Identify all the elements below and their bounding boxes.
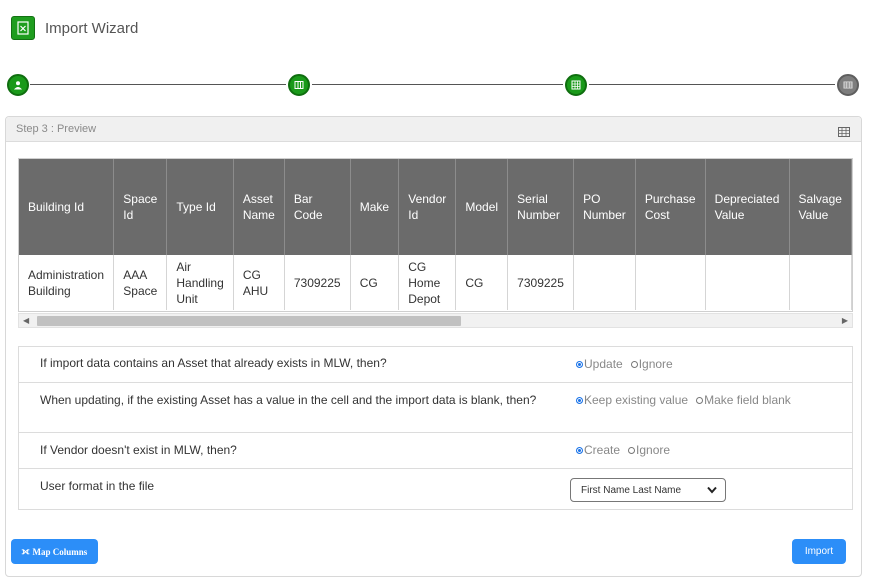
step-connector (589, 84, 835, 85)
radio-create[interactable]: Create (576, 443, 620, 457)
step-4-table-icon[interactable] (837, 74, 859, 96)
step-2-map-icon[interactable] (288, 74, 310, 96)
col-header-type-id[interactable]: Type Id (166, 159, 234, 255)
radio-group: Create Ignore (576, 443, 678, 457)
col-header-serial-number[interactable]: Serial Number (507, 159, 575, 255)
grid-view-icon[interactable] (838, 124, 850, 142)
wizard-stepper (0, 70, 872, 100)
page-title: Import Wizard (45, 19, 139, 37)
table-cell: CG (455, 255, 509, 310)
table-cell (573, 255, 636, 310)
col-header-make[interactable]: Make (350, 159, 400, 255)
spreadsheet-icon (11, 16, 35, 40)
chevron-down-icon (707, 486, 717, 494)
card-header: Step 3 : Preview (6, 117, 861, 142)
scroll-right-icon[interactable]: ▶ (842, 316, 848, 326)
table-cell: Administration Building (19, 255, 115, 310)
preview-table: Building Id Space Id Type Id Asset Name … (19, 159, 852, 310)
option-vendor-missing: If Vendor doesn't exist in MLW, then? Cr… (19, 433, 852, 469)
radio-update[interactable]: Update (576, 357, 623, 371)
radio-group: Keep existing value Make field blank (576, 393, 799, 407)
table-cell: CG AHU (233, 255, 285, 310)
step-label: Step 3 : Preview (16, 123, 97, 135)
col-header-vendor-id[interactable]: Vendor Id (398, 159, 457, 255)
preview-table-container[interactable]: Building Id Space Id Type Id Asset Name … (18, 158, 853, 312)
option-blank-cell: When updating, if the existing Asset has… (19, 383, 852, 433)
table-cell: 7309225 (284, 255, 351, 310)
table-header-row: Building Id Space Id Type Id Asset Name … (19, 159, 852, 255)
radio-ignore-vendor[interactable]: Ignore (628, 443, 670, 457)
table-cell (635, 255, 706, 310)
map-columns-icon: ⟗ (21, 546, 30, 556)
user-format-select[interactable]: First Name Last Name (570, 478, 726, 502)
col-header-salvage-value[interactable]: Salvage Value (789, 159, 852, 255)
table-cell (789, 255, 852, 310)
col-header-depreciated-value[interactable]: Depreciated Value (705, 159, 790, 255)
table-cell: Air Handling Unit (166, 255, 234, 310)
preview-card: Step 3 : Preview Building Id Space Id Ty… (5, 116, 862, 577)
table-cell: CG (350, 255, 400, 310)
table-cell (705, 255, 790, 310)
radio-selected-icon (576, 446, 583, 454)
import-button[interactable]: Import (792, 539, 846, 564)
radio-group: Update Ignore (576, 357, 681, 371)
radio-unselected-icon (628, 446, 636, 454)
option-existing-asset: If import data contains an Asset that al… (19, 347, 852, 383)
step-1-user-icon[interactable] (7, 74, 29, 96)
radio-unselected-icon (696, 396, 704, 404)
scroll-left-icon[interactable]: ◀ (23, 316, 29, 326)
option-question: If import data contains an Asset that al… (40, 356, 387, 370)
app-header: Import Wizard (11, 15, 138, 41)
option-user-format: User format in the file First Name Last … (19, 469, 852, 509)
import-options: If import data contains an Asset that al… (18, 346, 853, 510)
radio-selected-icon (576, 396, 583, 404)
radio-selected-icon (576, 360, 583, 368)
step-connector (30, 84, 286, 85)
col-header-po-number[interactable]: PO Number (573, 159, 636, 255)
col-header-building-id[interactable]: Building Id (19, 159, 115, 255)
horizontal-scrollbar[interactable]: ◀ ▶ (18, 313, 853, 328)
table-cell: AAA Space (113, 255, 168, 310)
select-value: First Name Last Name (581, 484, 682, 496)
step-3-grid-icon[interactable] (565, 74, 587, 96)
option-question: If Vendor doesn't exist in MLW, then? (40, 443, 237, 457)
step-connector (312, 84, 563, 85)
table-cell: 7309225 (507, 255, 575, 310)
col-header-space-id[interactable]: Space Id (113, 159, 168, 255)
option-question: When updating, if the existing Asset has… (40, 393, 537, 407)
table-cell: CG Home Depot (398, 255, 457, 310)
scrollbar-thumb[interactable] (37, 316, 461, 326)
radio-make-blank[interactable]: Make field blank (696, 393, 791, 407)
map-columns-button[interactable]: ⟗ Map Columns (11, 539, 98, 564)
option-question: User format in the file (40, 479, 155, 493)
table-row: Administration Building AAA Space Air Ha… (19, 255, 852, 310)
radio-ignore[interactable]: Ignore (630, 357, 673, 371)
col-header-purchase-cost[interactable]: Purchase Cost (635, 159, 706, 255)
col-header-asset-name[interactable]: Asset Name (233, 159, 285, 255)
radio-unselected-icon (630, 360, 638, 368)
col-header-model[interactable]: Model (455, 159, 509, 255)
radio-keep-existing[interactable]: Keep existing value (576, 393, 688, 407)
col-header-bar-code[interactable]: Bar Code (284, 159, 351, 255)
